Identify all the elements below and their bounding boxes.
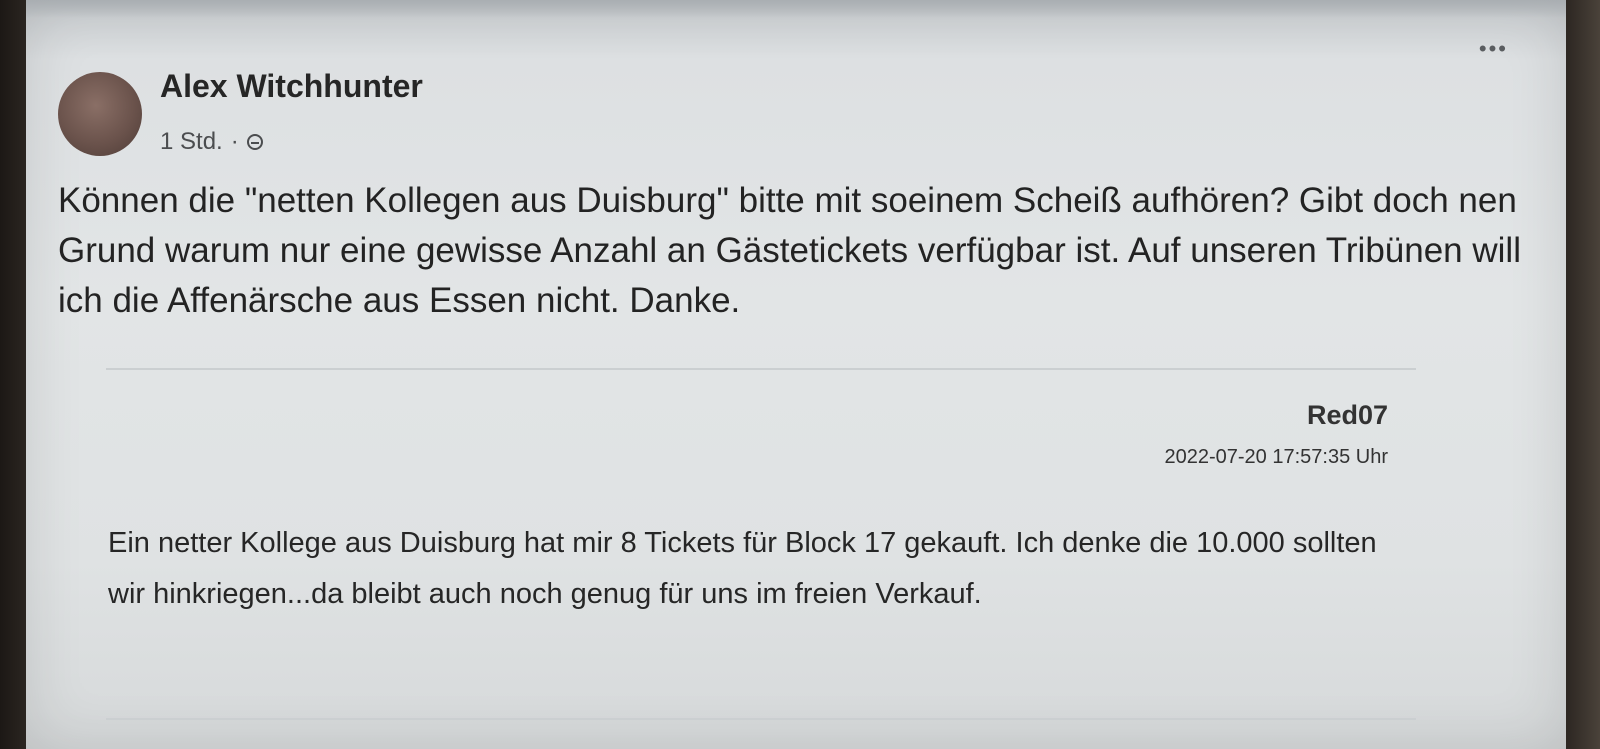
post-text: Können die "netten Kollegen aus Duisburg… — [58, 181, 1521, 320]
divider — [106, 718, 1416, 720]
post-meta: 1 Std. · — [160, 128, 263, 156]
post-author[interactable]: Alex Witchhunter — [160, 68, 423, 105]
quote-timestamp: 2022-07-20 17:57:35 Uhr — [1164, 446, 1389, 468]
post-time[interactable]: 1 Std. — [160, 128, 223, 156]
avatar[interactable] — [58, 72, 142, 156]
screen: ••• Alex Witchhunter 1 Std. · Können die… — [26, 0, 1566, 749]
quote-text: Ein netter Kollege aus Duisburg hat mir … — [108, 527, 1377, 610]
more-options-icon[interactable]: ••• — [1479, 36, 1508, 62]
meta-separator: · — [230, 128, 239, 155]
quote-username: Red07 — [1306, 400, 1388, 430]
divider — [106, 368, 1416, 370]
globe-icon — [246, 134, 263, 150]
device-frame: ••• Alex Witchhunter 1 Std. · Können die… — [0, 0, 1600, 749]
